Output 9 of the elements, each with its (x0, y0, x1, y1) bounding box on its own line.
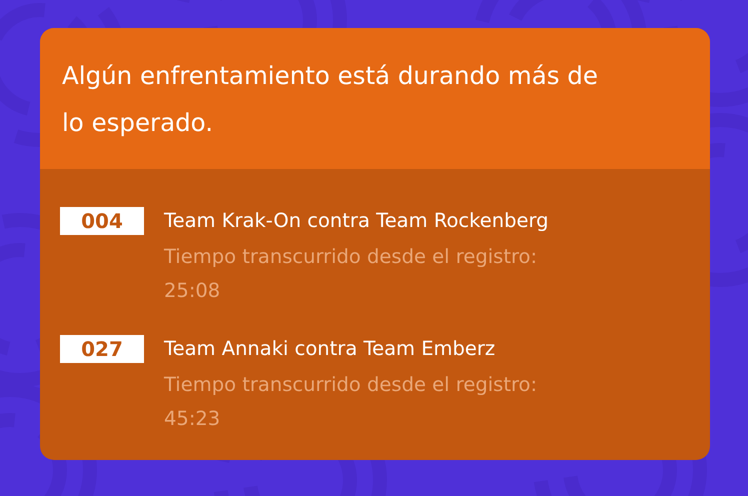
match-teams: Team Annaki contra Team Emberz (164, 336, 496, 362)
elapsed-time: 25:08 (164, 278, 222, 304)
elapsed-label: Tiempo transcurrido desde el registro: (164, 244, 538, 270)
match-number: 004 (60, 207, 144, 235)
elapsed-label: Tiempo transcurrido desde el registro: (164, 372, 538, 398)
alert-title: Algún enfrentamiento está durando más de lo esperado. (62, 60, 599, 139)
elapsed-time: 45:23 (164, 406, 222, 432)
match-teams: Team Krak-On contra Team Rockenberg (164, 208, 549, 234)
match-number: 027 (60, 335, 144, 363)
